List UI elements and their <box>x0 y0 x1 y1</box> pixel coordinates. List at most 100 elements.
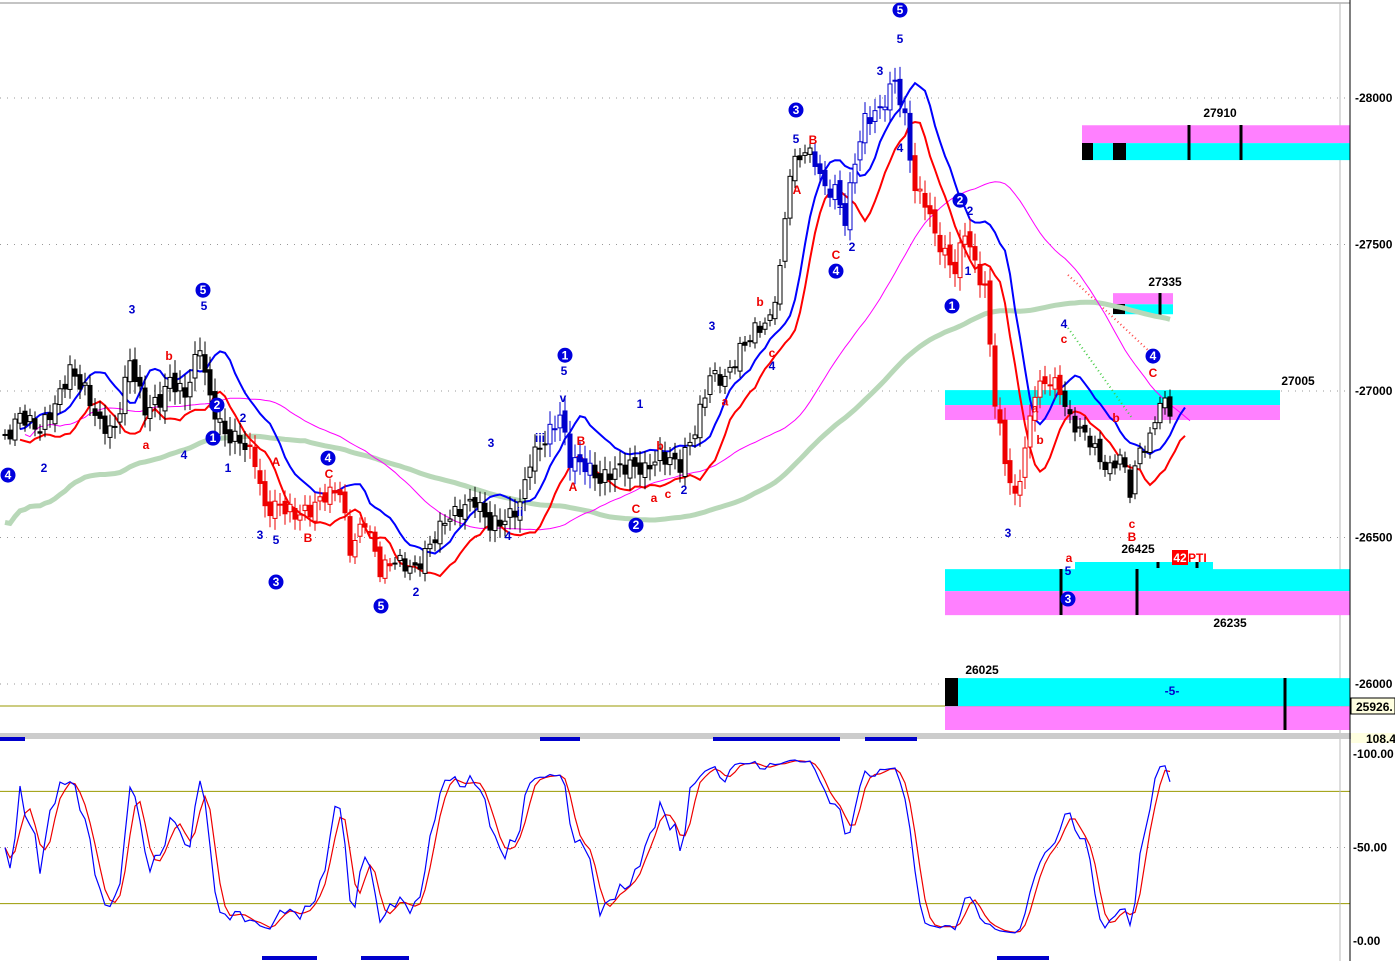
wave-circle-label: 3 <box>273 575 280 589</box>
candle-body <box>937 234 943 253</box>
wave-label: 3 <box>257 528 264 542</box>
candle-body <box>812 151 818 167</box>
candle-body <box>877 106 883 109</box>
candle-body <box>192 353 198 379</box>
candle-body <box>1047 384 1053 387</box>
wave-label: B <box>304 531 313 545</box>
candle-body <box>787 175 793 219</box>
candle-body <box>1117 454 1123 465</box>
candle-body <box>67 364 73 390</box>
candle-body <box>77 374 83 390</box>
candle-body <box>367 531 373 534</box>
candle-body <box>667 457 673 466</box>
candle-body <box>92 408 98 416</box>
candle-body <box>1097 438 1103 463</box>
candle-body <box>1122 457 1128 468</box>
wave-circle-label: 2 <box>214 398 221 412</box>
candle-body <box>1167 396 1173 417</box>
wave-label: iii <box>535 431 545 445</box>
candle-body <box>2 433 8 436</box>
current-price-value: 25926. <box>1356 700 1393 714</box>
candle-body <box>557 414 563 429</box>
candle-body <box>482 502 488 518</box>
wave-circle-label: 3 <box>793 103 800 117</box>
candle-body <box>1042 376 1048 385</box>
wave-circle-label: 4 <box>1150 349 1157 363</box>
candle-body <box>892 79 898 82</box>
candle-body <box>817 163 823 175</box>
wave-label: c <box>665 487 672 501</box>
candle-body <box>1102 461 1108 470</box>
candle-body <box>227 429 233 444</box>
candle-body <box>727 366 733 373</box>
wave-label: 1 <box>225 461 232 475</box>
candle-body <box>1142 450 1148 453</box>
candle-body <box>1137 447 1143 465</box>
candle-body <box>532 446 538 472</box>
wave-circle-label: 3 <box>1065 592 1072 606</box>
candle-body <box>202 354 208 373</box>
candle-body <box>1127 469 1133 498</box>
candle-body <box>47 412 53 421</box>
candle-body <box>827 188 833 198</box>
candle-body <box>712 370 718 375</box>
price-chart: 279102733527005264252623526025-5-42 PTI 4… <box>0 0 1395 961</box>
signal-bar <box>540 737 580 741</box>
candle-body <box>1092 443 1098 448</box>
wave-label: 5 <box>273 533 280 547</box>
candle-body <box>122 376 128 415</box>
candle-body <box>457 509 463 518</box>
candle-body <box>82 382 88 386</box>
candle-body <box>932 209 938 234</box>
candle-body <box>162 385 168 412</box>
candle-body <box>252 446 258 468</box>
candle-body <box>62 383 68 390</box>
candle-body <box>417 563 423 570</box>
candle-body <box>442 522 448 526</box>
candle-body <box>887 83 893 111</box>
candle-body <box>312 501 318 522</box>
candle-body <box>102 415 108 434</box>
candle-body <box>232 430 238 442</box>
candle-body <box>537 447 543 450</box>
candle-body <box>577 454 583 463</box>
candle-body <box>717 374 723 386</box>
signal-bar <box>865 737 917 741</box>
candle-body <box>292 507 298 520</box>
candle-body <box>572 457 578 472</box>
wave-label: 3 <box>488 436 495 450</box>
price-tick-label: -28000 <box>1355 91 1393 105</box>
wave-label: B <box>1128 530 1137 544</box>
candle-body <box>337 489 343 496</box>
candle-body <box>1147 432 1153 454</box>
candle-body <box>612 468 618 480</box>
candle-body <box>32 418 38 430</box>
wave-label: a <box>651 491 658 505</box>
candle-body <box>377 546 383 578</box>
candle-body <box>582 458 588 473</box>
candle-body <box>1087 435 1093 448</box>
wave-label: C <box>832 248 841 262</box>
candle-body <box>497 519 503 527</box>
candle-body <box>502 520 508 526</box>
candle-body <box>707 375 713 396</box>
candle-body <box>722 375 728 387</box>
candle-body <box>177 382 183 392</box>
candle-body <box>792 155 798 182</box>
wave-label: 2 <box>849 240 856 254</box>
wave-label: c <box>1129 517 1136 531</box>
candle-body <box>1062 390 1068 407</box>
candle-body <box>382 559 388 579</box>
target-zones: 279102733527005264252623526025-5-42 PTI <box>945 106 1350 731</box>
candle-body <box>287 503 293 513</box>
zone-cyan <box>945 569 1350 592</box>
signal-bar <box>0 737 25 741</box>
wave-label: 5 <box>561 364 568 378</box>
wave-label: 4 <box>505 529 512 543</box>
candle-body <box>822 169 828 187</box>
wave-label: 5 <box>201 299 208 313</box>
candle-body <box>207 369 213 396</box>
candle-body <box>737 342 743 372</box>
pti-label: PTI <box>1188 551 1207 565</box>
candle-body <box>27 415 33 423</box>
